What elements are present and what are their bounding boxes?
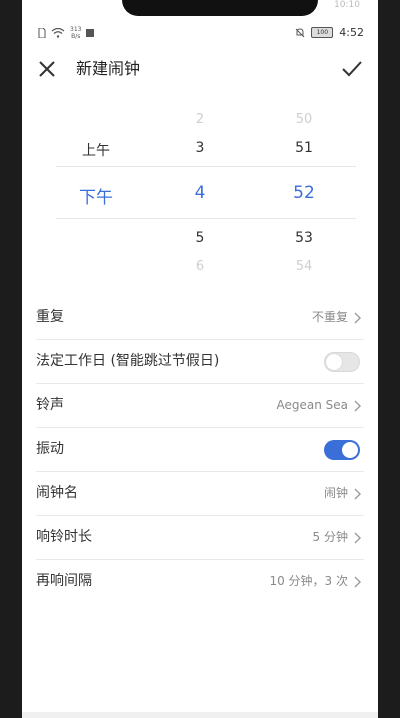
status-bar: 313 B/s 100 4:52: [22, 26, 378, 42]
alarm-name-value: 闹钟: [323, 486, 348, 500]
chevron-right-icon: [354, 400, 361, 412]
snooze-label: 再响间隔: [36, 573, 92, 589]
minute-wheel[interactable]: 50 51 52 53 54: [264, 104, 344, 280]
network-speed-value: 313: [70, 26, 82, 33]
alarm-settings-list: 重复 不重复 法定工作日 (智能跳过节假日) 铃声 Aegean Sea 振动 …: [36, 296, 364, 603]
repeat-value: 不重复: [311, 310, 348, 324]
bottom-edge: [22, 712, 378, 718]
hour-option[interactable]: 5: [160, 230, 240, 246]
workday-label: 法定工作日 (智能跳过节假日): [36, 353, 220, 369]
minute-option[interactable]: 51: [264, 140, 344, 156]
chevron-right-icon: [354, 576, 361, 588]
vibration-toggle[interactable]: [324, 440, 360, 460]
network-speed-unit: B/s: [71, 33, 81, 40]
ring-duration-value: 5 分钟: [312, 530, 348, 544]
battery-indicator: 100: [311, 27, 334, 38]
hour-selected[interactable]: 4: [160, 183, 240, 203]
status-time: 4:52: [339, 26, 364, 39]
vibration-label: 振动: [36, 441, 64, 457]
screen: 10:10 313 B/s 100 4:52 新建闹钟 上午 下午 2 3 4 …: [22, 0, 378, 718]
close-icon: [39, 61, 55, 77]
time-picker[interactable]: 上午 下午 2 3 4 5 6 50 51 52 53 54: [22, 104, 378, 280]
repeat-label: 重复: [36, 309, 64, 325]
close-button[interactable]: [36, 58, 58, 80]
alarm-name-label: 闹钟名: [36, 485, 78, 501]
alarm-name-row[interactable]: 闹钟名 闹钟: [36, 472, 364, 516]
notification-square-icon: [86, 29, 95, 37]
mute-bell-icon: [295, 27, 305, 37]
confirm-button[interactable]: [340, 58, 364, 80]
snooze-row[interactable]: 再响间隔 10 分钟，3 次: [36, 560, 364, 603]
minute-option[interactable]: 54: [264, 259, 344, 274]
ringtone-row[interactable]: 铃声 Aegean Sea: [36, 384, 364, 428]
camera-notch: [122, 0, 318, 16]
chevron-right-icon: [354, 488, 361, 500]
wifi-icon: [51, 28, 65, 38]
vibration-row: 振动: [36, 428, 364, 472]
chevron-right-icon: [354, 532, 361, 544]
minute-option[interactable]: 50: [264, 112, 344, 127]
ringtone-label: 铃声: [36, 397, 64, 413]
workday-toggle[interactable]: [324, 352, 360, 372]
check-icon: [342, 61, 362, 77]
workday-row: 法定工作日 (智能跳过节假日): [36, 340, 364, 384]
chevron-right-icon: [354, 312, 361, 324]
minute-selected[interactable]: 52: [264, 183, 344, 203]
hour-option[interactable]: 6: [160, 259, 240, 274]
ring-duration-label: 响铃时长: [36, 529, 92, 545]
page-title: 新建闹钟: [76, 59, 141, 78]
minute-option[interactable]: 53: [264, 230, 344, 246]
ring-duration-row[interactable]: 响铃时长 5 分钟: [36, 516, 364, 560]
ampm-selected[interactable]: 下午: [56, 183, 136, 208]
hour-option[interactable]: 3: [160, 140, 240, 156]
toggle-knob: [342, 442, 358, 458]
snooze-value: 10 分钟，3 次: [269, 574, 348, 588]
faded-top-time: 10:10: [334, 0, 360, 10]
hour-wheel[interactable]: 2 3 4 5 6: [160, 104, 240, 280]
network-speed: 313 B/s: [70, 26, 81, 40]
phone-frame: 10:10 313 B/s 100 4:52 新建闹钟 上午 下午 2 3 4 …: [0, 0, 400, 718]
ampm-option[interactable]: 上午: [56, 140, 136, 160]
sim-card-icon: [38, 28, 46, 38]
ampm-wheel[interactable]: 上午 下午: [56, 104, 136, 280]
ringtone-value: Aegean Sea: [276, 398, 348, 412]
repeat-row[interactable]: 重复 不重复: [36, 296, 364, 340]
toggle-knob: [326, 354, 342, 370]
app-bar: 新建闹钟: [22, 56, 378, 84]
hour-option[interactable]: 2: [160, 112, 240, 127]
